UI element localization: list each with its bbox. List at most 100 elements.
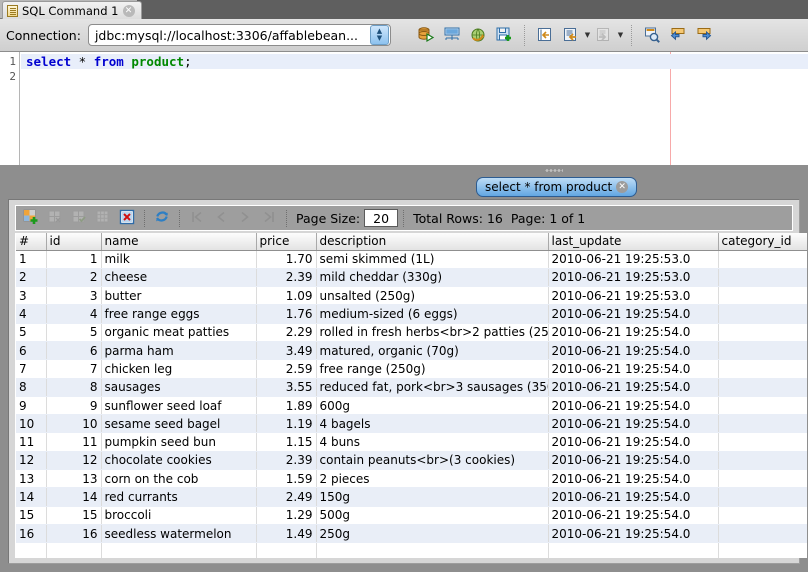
cell-id[interactable]: 11 [46,433,101,451]
cell-price[interactable]: 2.39 [256,268,316,286]
cell-category-id[interactable]: 4 [718,506,807,524]
cell-description[interactable]: free range (250g) [316,360,548,378]
cell-description[interactable]: medium-sized (6 eggs) [316,305,548,323]
table-row[interactable]: 11milk1.70semi skimmed (1L)2010-06-21 19… [16,250,807,268]
table-row[interactable]: 1111pumpkin seed bun1.154 buns2010-06-21… [16,433,807,451]
cell-hash[interactable]: 4 [16,305,46,323]
cell-hash[interactable]: 8 [16,378,46,396]
cell-description[interactable]: semi skimmed (1L) [316,250,548,268]
cell-description[interactable]: 600g [316,396,548,414]
cell-category-id[interactable]: 3 [718,396,807,414]
cell-name[interactable]: milk [101,250,256,268]
previous-page-button[interactable] [209,207,233,229]
cell-price[interactable]: 1.89 [256,396,316,414]
cell-description[interactable]: mild cheddar (330g) [316,268,548,286]
cell-hash[interactable] [16,543,46,558]
code-line-1[interactable]: select * from product; [21,54,808,69]
table-row[interactable]: 22cheese2.39mild cheddar (330g)2010-06-2… [16,268,807,286]
cell-name[interactable]: parma ham [101,341,256,359]
cell-category-id[interactable]: 1 [718,287,807,305]
cell-price[interactable]: 3.55 [256,378,316,396]
tab-sql-command-1[interactable]: SQL Command 1 ✕ [2,1,142,19]
cell-id[interactable]: 14 [46,488,101,506]
cell-description[interactable]: 500g [316,506,548,524]
execute-script-button[interactable] [439,22,465,48]
cell-price[interactable]: 1.15 [256,433,316,451]
cell-category-id[interactable]: 4 [718,488,807,506]
cell-hash[interactable]: 10 [16,415,46,433]
cell-hash[interactable]: 6 [16,341,46,359]
column-header-last-update[interactable]: last_update [548,233,718,250]
table-row[interactable]: 1414red currants2.49150g2010-06-21 19:25… [16,488,807,506]
table-row[interactable]: 1313corn on the cob1.592 pieces2010-06-2… [16,470,807,488]
cell-id[interactable]: 13 [46,470,101,488]
cell-category-id[interactable]: 1 [718,305,807,323]
rollback-dropdown-caret[interactable]: ▼ [617,22,624,48]
table-row[interactable]: 1616seedless watermelon1.49250g2010-06-2… [16,524,807,542]
cell-last-update[interactable]: 2010-06-21 19:25:54.0 [548,415,718,433]
cell-category-id[interactable]: 3 [718,433,807,451]
column-header-hash[interactable]: # [16,233,46,250]
cell-price[interactable]: 2.59 [256,360,316,378]
cell-category-id[interactable] [718,543,807,558]
first-page-button[interactable] [185,207,209,229]
cell-last-update[interactable]: 2010-06-21 19:25:54.0 [548,470,718,488]
cell-price[interactable]: 1.59 [256,470,316,488]
cell-id[interactable]: 12 [46,451,101,469]
cell-id[interactable]: 1 [46,250,101,268]
cell-hash[interactable]: 11 [16,433,46,451]
cell-price[interactable]: 1.09 [256,287,316,305]
cell-category-id[interactable]: 3 [718,451,807,469]
cell-name[interactable]: sausages [101,378,256,396]
cell-name[interactable]: chicken leg [101,360,256,378]
cell-category-id[interactable]: 2 [718,378,807,396]
cell-category-id[interactable]: 3 [718,415,807,433]
cell-price[interactable]: 1.19 [256,415,316,433]
cell-hash[interactable]: 14 [16,488,46,506]
cell-last-update[interactable]: 2010-06-21 19:25:54.0 [548,506,718,524]
page-size-input[interactable]: 20 [364,209,398,227]
cell-name[interactable]: cheese [101,268,256,286]
cell-description[interactable]: 250g [316,524,548,542]
table-row[interactable]: 88sausages3.55reduced fat, pork<br>3 sau… [16,378,807,396]
cell-id[interactable]: 10 [46,415,101,433]
cell-name[interactable]: sunflower seed loaf [101,396,256,414]
result-tab[interactable]: select * from product ✕ [476,177,637,197]
cell-description[interactable] [316,543,548,558]
cell-id[interactable]: 3 [46,287,101,305]
cell-hash[interactable]: 13 [16,470,46,488]
chevron-updown-icon[interactable]: ▲ ▼ [370,25,389,45]
cell-description[interactable]: reduced fat, pork<br>3 sausages (350g) [316,378,548,396]
rollback-button[interactable] [591,22,617,48]
cell-category-id[interactable]: 2 [718,360,807,378]
table-row[interactable]: 1515broccoli1.29500g2010-06-21 19:25:54.… [16,506,807,524]
commit-dropdown-caret[interactable]: ▼ [584,22,591,48]
cell-price[interactable]: 1.29 [256,506,316,524]
cell-id[interactable] [46,543,101,558]
sql-code-area[interactable]: select * from product; [21,52,808,165]
cell-id[interactable]: 2 [46,268,101,286]
table-row[interactable]: 33butter1.09unsalted (250g)2010-06-21 19… [16,287,807,305]
cell-category-id[interactable]: 1 [718,250,807,268]
cell-last-update[interactable]: 2010-06-21 19:25:54.0 [548,323,718,341]
cell-price[interactable]: 2.39 [256,451,316,469]
cell-last-update[interactable]: 2010-06-21 19:25:53.0 [548,268,718,286]
cell-id[interactable]: 8 [46,378,101,396]
table-row[interactable]: 77chicken leg2.59free range (250g)2010-0… [16,360,807,378]
cell-last-update[interactable]: 2010-06-21 19:25:54.0 [548,524,718,542]
cell-id[interactable]: 9 [46,396,101,414]
column-header-category-id[interactable]: category_id [718,233,807,250]
cell-description[interactable]: 150g [316,488,548,506]
cell-category-id[interactable]: 4 [718,470,807,488]
cell-price[interactable]: 1.70 [256,250,316,268]
cell-id[interactable]: 4 [46,305,101,323]
column-header-id[interactable]: id [46,233,101,250]
cell-description[interactable]: 4 buns [316,433,548,451]
cell-hash[interactable]: 12 [16,451,46,469]
cell-price[interactable]: 2.49 [256,488,316,506]
cell-name[interactable]: sesame seed bagel [101,415,256,433]
cell-hash[interactable]: 1 [16,250,46,268]
sql-editor[interactable]: 1 2 select * from product; [0,52,808,165]
commit-record-button[interactable] [67,207,91,229]
next-button[interactable] [691,22,717,48]
